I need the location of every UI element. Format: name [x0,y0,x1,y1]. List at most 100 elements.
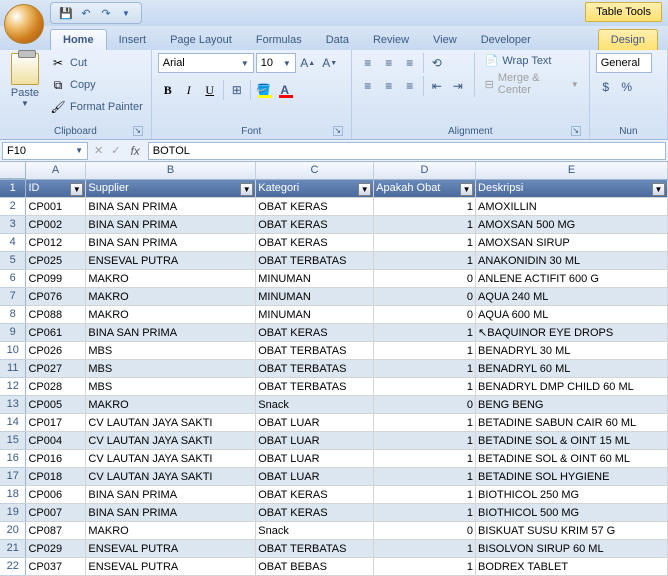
cell[interactable]: 0 [374,522,476,540]
border-button[interactable]: ⊞ [227,80,247,100]
row-header[interactable]: 10 [0,342,26,360]
cell[interactable]: BIOTHICOL 500 MG [476,504,668,522]
cell[interactable]: BENADRYL DMP CHILD 60 ML [476,378,668,396]
cell[interactable]: ↖BAQUINOR EYE DROPS [476,324,668,342]
cell[interactable]: OBAT LUAR [256,450,374,468]
cell[interactable]: BINA SAN PRIMA [86,198,256,216]
clipboard-dialog-launcher[interactable]: ↘ [133,126,143,136]
row-header[interactable]: 19 [0,504,26,522]
align-right-button[interactable]: ≡ [400,76,420,96]
wrap-text-button[interactable]: 📄Wrap Text [481,53,583,68]
row-header[interactable]: 16 [0,450,26,468]
cell[interactable]: ENSEVAL PUTRA [86,540,256,558]
align-bottom-button[interactable]: ≡ [400,53,420,73]
cell[interactable]: CP029 [26,540,86,558]
italic-button[interactable]: I [179,80,199,100]
tab-home[interactable]: Home [50,29,107,50]
cell[interactable]: 1 [374,378,476,396]
tab-design[interactable]: Design [598,29,658,50]
row-header[interactable]: 14 [0,414,26,432]
decrease-indent-button[interactable]: ⇤ [427,76,447,96]
cell[interactable]: CP018 [26,468,86,486]
row-header[interactable]: 11 [0,360,26,378]
cell[interactable]: CP005 [26,396,86,414]
bold-button[interactable]: B [158,80,178,100]
cell[interactable]: MINUMAN [256,288,374,306]
cell[interactable]: CP004 [26,432,86,450]
cell[interactable]: OBAT TERBATAS [256,342,374,360]
row-header[interactable]: 17 [0,468,26,486]
percent-format-button[interactable]: % [617,77,637,97]
cell[interactable]: BINA SAN PRIMA [86,234,256,252]
cell[interactable]: OBAT KERAS [256,504,374,522]
align-middle-button[interactable]: ≡ [379,53,399,73]
row-header[interactable]: 9 [0,324,26,342]
cancel-icon[interactable]: ✕ [90,144,107,157]
cell[interactable]: 1 [374,504,476,522]
cell[interactable]: CV LAUTAN JAYA SAKTI [86,468,256,486]
cell[interactable]: MAKRO [86,270,256,288]
number-format-combo[interactable]: General [596,53,652,73]
cell[interactable]: ANAKONIDIN 30 ML [476,252,668,270]
cell[interactable]: BODREX TABLET [476,558,668,576]
row-header[interactable]: 20 [0,522,26,540]
formula-input[interactable]: BOTOL [148,142,666,160]
cell[interactable]: CV LAUTAN JAYA SAKTI [86,414,256,432]
select-all-corner[interactable] [0,162,26,179]
cell[interactable]: 1 [374,558,476,576]
cell[interactable]: 1 [374,540,476,558]
cell[interactable]: ANLENE ACTIFIT 600 G [476,270,668,288]
increase-indent-button[interactable]: ⇥ [448,76,468,96]
cell[interactable]: BIOTHICOL 250 MG [476,486,668,504]
cell[interactable]: CV LAUTAN JAYA SAKTI [86,432,256,450]
cell[interactable]: 1 [374,252,476,270]
cell[interactable]: AMOXSAN SIRUP [476,234,668,252]
filter-dropdown-icon[interactable]: ▼ [460,183,473,196]
cell[interactable]: CP001 [26,198,86,216]
cell[interactable]: 0 [374,306,476,324]
row-header[interactable]: 18 [0,486,26,504]
cell[interactable]: MBS [86,360,256,378]
font-name-combo[interactable]: Arial▼ [158,53,254,73]
row-header[interactable]: 21 [0,540,26,558]
cell[interactable]: OBAT LUAR [256,414,374,432]
cell[interactable]: Snack [256,396,374,414]
cell[interactable]: MINUMAN [256,306,374,324]
cell[interactable]: MINUMAN [256,270,374,288]
column-header-D[interactable]: D [374,162,476,179]
fill-color-button[interactable]: 🪣 [254,80,274,100]
cell[interactable]: BENG BENG [476,396,668,414]
cell[interactable]: ENSEVAL PUTRA [86,558,256,576]
row-header[interactable]: 2 [0,198,26,216]
cell[interactable]: CP016 [26,450,86,468]
cell[interactable]: 0 [374,288,476,306]
redo-icon[interactable]: ↷ [99,6,113,20]
cell[interactable]: CP002 [26,216,86,234]
cell[interactable]: 1 [374,450,476,468]
cell[interactable]: CP087 [26,522,86,540]
cell[interactable]: OBAT TERBATAS [256,540,374,558]
cell[interactable]: CP012 [26,234,86,252]
save-icon[interactable]: 💾 [59,6,73,20]
cell[interactable]: CP027 [26,360,86,378]
table-header-cell[interactable]: ID▼ [26,180,86,198]
paste-button[interactable]: Paste ▼ [6,53,44,108]
tab-developer[interactable]: Developer [469,30,543,50]
cell[interactable]: BISKUAT SUSU KRIM 57 G [476,522,668,540]
cell[interactable]: 1 [374,234,476,252]
row-header[interactable]: 13 [0,396,26,414]
cell[interactable]: MAKRO [86,396,256,414]
table-header-cell[interactable]: Deskripsi▼ [476,180,668,198]
cell[interactable]: Snack [256,522,374,540]
cell[interactable]: OBAT KERAS [256,486,374,504]
cell[interactable]: 0 [374,396,476,414]
row-header[interactable]: 15 [0,432,26,450]
row-header[interactable]: 4 [0,234,26,252]
shrink-font-button[interactable]: A▼ [320,53,340,73]
qat-dropdown-icon[interactable]: ▼ [119,6,133,20]
cell[interactable]: 1 [374,324,476,342]
cell[interactable]: CP099 [26,270,86,288]
grow-font-button[interactable]: A▲ [298,53,318,73]
cell[interactable]: OBAT BEBAS [256,558,374,576]
office-button[interactable] [4,4,44,44]
